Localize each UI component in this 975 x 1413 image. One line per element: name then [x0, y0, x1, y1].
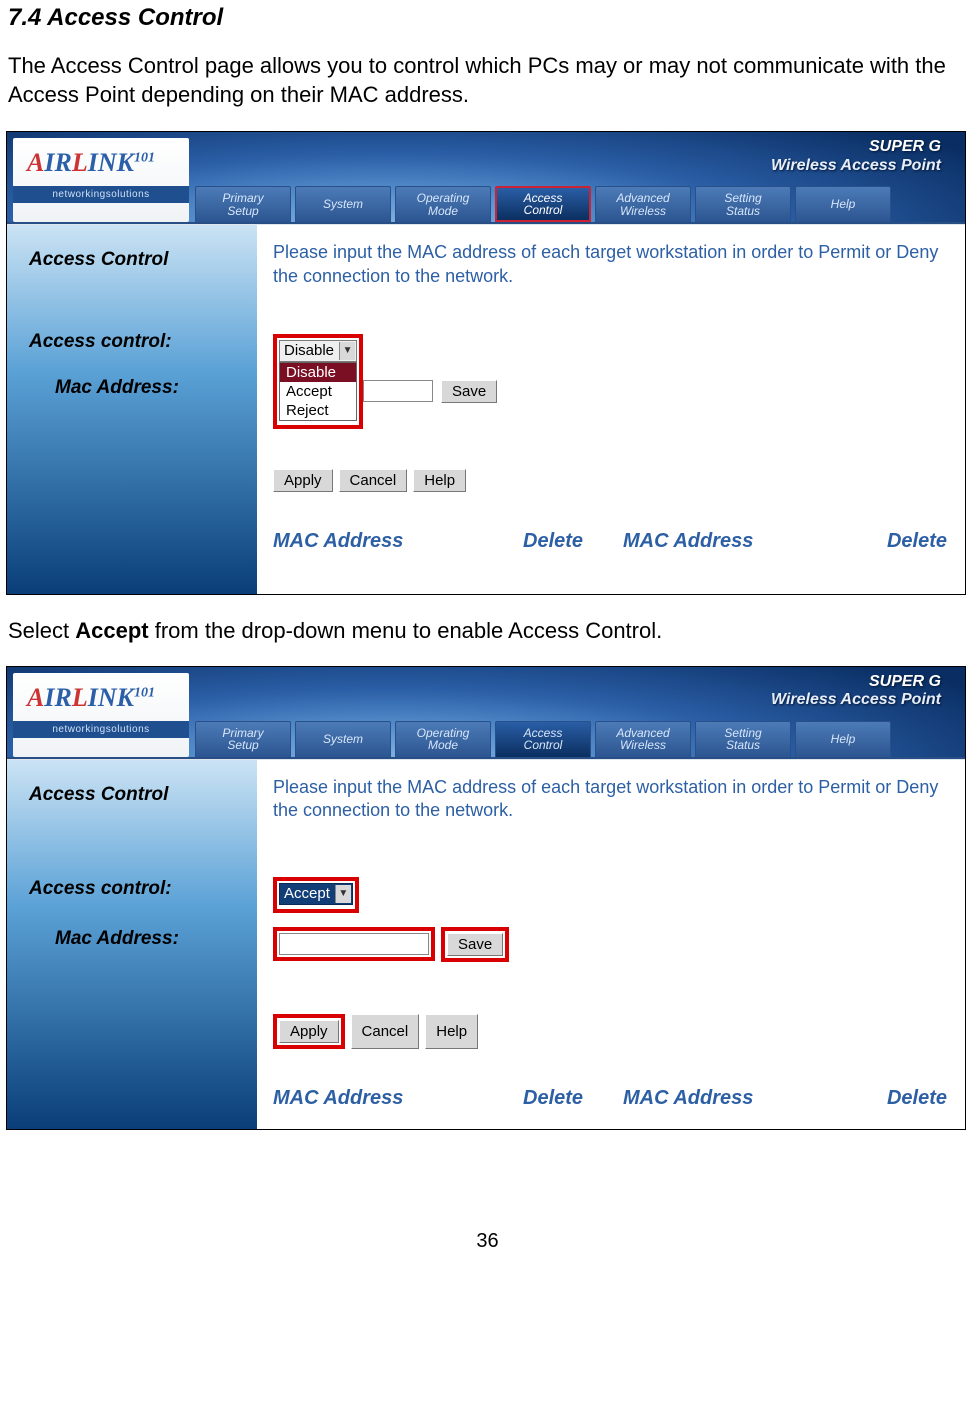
th-delete-1: Delete: [523, 530, 623, 553]
access-control-dropdown-highlight: Disable ▼ Disable Accept Reject: [273, 334, 363, 429]
mac-table-header: MAC Address Delete MAC Address Delete: [273, 530, 957, 553]
save-button[interactable]: Save: [447, 933, 503, 956]
tab-access-control[interactable]: AccessControl: [495, 186, 591, 222]
side-title: Access Control: [29, 249, 241, 271]
tab-system[interactable]: System: [295, 186, 391, 222]
logo-subtitle: networkingsolutions: [13, 721, 189, 738]
tab-operating-mode[interactable]: OperatingMode: [395, 186, 491, 222]
panel-description: Please input the MAC address of each tar…: [273, 241, 957, 288]
access-control-dropdown-highlight: Accept ▼: [273, 877, 359, 913]
apply-button[interactable]: Apply: [279, 1020, 339, 1043]
mac-address-input[interactable]: [363, 380, 433, 402]
apply-button[interactable]: Apply: [273, 469, 333, 492]
tab-advanced-wireless[interactable]: AdvancedWireless: [595, 186, 691, 222]
section-heading: 7.4 Access Control: [0, 0, 975, 44]
dropdown-list: Disable Accept Reject: [279, 362, 357, 421]
side-title: Access Control: [29, 784, 241, 806]
panel-description: Please input the MAC address of each tar…: [273, 776, 957, 823]
main-panel: Please input the MAC address of each tar…: [257, 225, 965, 594]
th-delete-2: Delete: [883, 1087, 957, 1110]
access-control-dropdown[interactable]: Disable ▼: [279, 340, 357, 362]
logo-text: AIRLINK101: [13, 138, 189, 178]
th-mac-1: MAC Address: [273, 1087, 523, 1110]
logo-text: AIRLINK101: [13, 673, 189, 713]
dropdown-value: Disable: [280, 342, 338, 359]
label-access-control: Access control:: [29, 331, 241, 353]
help-button[interactable]: Help: [413, 469, 466, 492]
logo: AIRLINK101 networkingsolutions: [13, 673, 189, 757]
tab-primary-setup[interactable]: PrimarySetup: [195, 721, 291, 757]
tab-setting-status[interactable]: SettingStatus: [695, 186, 791, 222]
chevron-down-icon[interactable]: ▼: [335, 885, 351, 903]
logo-subtitle: networkingsolutions: [13, 186, 189, 203]
screenshot-2: AIRLINK101 networkingsolutions SUPER G W…: [6, 666, 966, 1130]
access-control-dropdown[interactable]: Accept ▼: [279, 883, 353, 905]
mac-input-highlight: [273, 927, 435, 961]
th-delete-1: Delete: [523, 1087, 623, 1110]
brand-tagline: SUPER G Wireless Access Point: [771, 673, 941, 710]
apply-button-highlight: Apply: [273, 1014, 345, 1049]
mac-address-input[interactable]: [279, 933, 429, 955]
th-delete-2: Delete: [883, 530, 957, 553]
nav-tabs: PrimarySetup System OperatingMode Access…: [195, 186, 891, 222]
th-mac-2: MAC Address: [623, 530, 883, 553]
help-button[interactable]: Help: [425, 1014, 478, 1049]
page-number: 36: [0, 1230, 975, 1263]
app-banner: AIRLINK101 networkingsolutions SUPER G W…: [7, 132, 965, 224]
side-panel: Access Control Access control: Mac Addre…: [7, 760, 257, 1129]
screenshot-1: AIRLINK101 networkingsolutions SUPER G W…: [6, 131, 966, 595]
dropdown-option-reject[interactable]: Reject: [280, 401, 356, 420]
label-mac-address: Mac Address:: [55, 377, 241, 399]
tab-operating-mode[interactable]: OperatingMode: [395, 721, 491, 757]
dropdown-option-accept[interactable]: Accept: [280, 382, 356, 401]
side-panel: Access Control Access control: Mac Addre…: [7, 225, 257, 594]
tab-setting-status[interactable]: SettingStatus: [695, 721, 791, 757]
save-button-highlight: Save: [441, 927, 509, 962]
between-paragraph: Select Accept from the drop-down menu to…: [0, 603, 975, 660]
nav-tabs: PrimarySetup System OperatingMode Access…: [195, 721, 891, 757]
brand-tagline: SUPER G Wireless Access Point: [771, 138, 941, 175]
chevron-down-icon[interactable]: ▼: [339, 342, 355, 360]
th-mac-2: MAC Address: [623, 1087, 883, 1110]
label-access-control: Access control:: [29, 878, 241, 900]
app-banner: AIRLINK101 networkingsolutions SUPER G W…: [7, 667, 965, 759]
dropdown-option-disable[interactable]: Disable: [280, 363, 356, 382]
tab-help[interactable]: Help: [795, 186, 891, 222]
label-mac-address: Mac Address:: [55, 928, 241, 950]
mac-table-header: MAC Address Delete MAC Address Delete: [273, 1087, 957, 1110]
cancel-button[interactable]: Cancel: [351, 1014, 420, 1049]
save-button[interactable]: Save: [441, 380, 497, 403]
logo: AIRLINK101 networkingsolutions: [13, 138, 189, 222]
th-mac-1: MAC Address: [273, 530, 523, 553]
tab-system[interactable]: System: [295, 721, 391, 757]
dropdown-value: Accept: [280, 885, 334, 902]
tab-advanced-wireless[interactable]: AdvancedWireless: [595, 721, 691, 757]
tab-help[interactable]: Help: [795, 721, 891, 757]
tab-primary-setup[interactable]: PrimarySetup: [195, 186, 291, 222]
tab-access-control[interactable]: AccessControl: [495, 721, 591, 757]
cancel-button[interactable]: Cancel: [339, 469, 408, 492]
intro-paragraph: The Access Control page allows you to co…: [0, 44, 975, 125]
main-panel: Please input the MAC address of each tar…: [257, 760, 965, 1129]
